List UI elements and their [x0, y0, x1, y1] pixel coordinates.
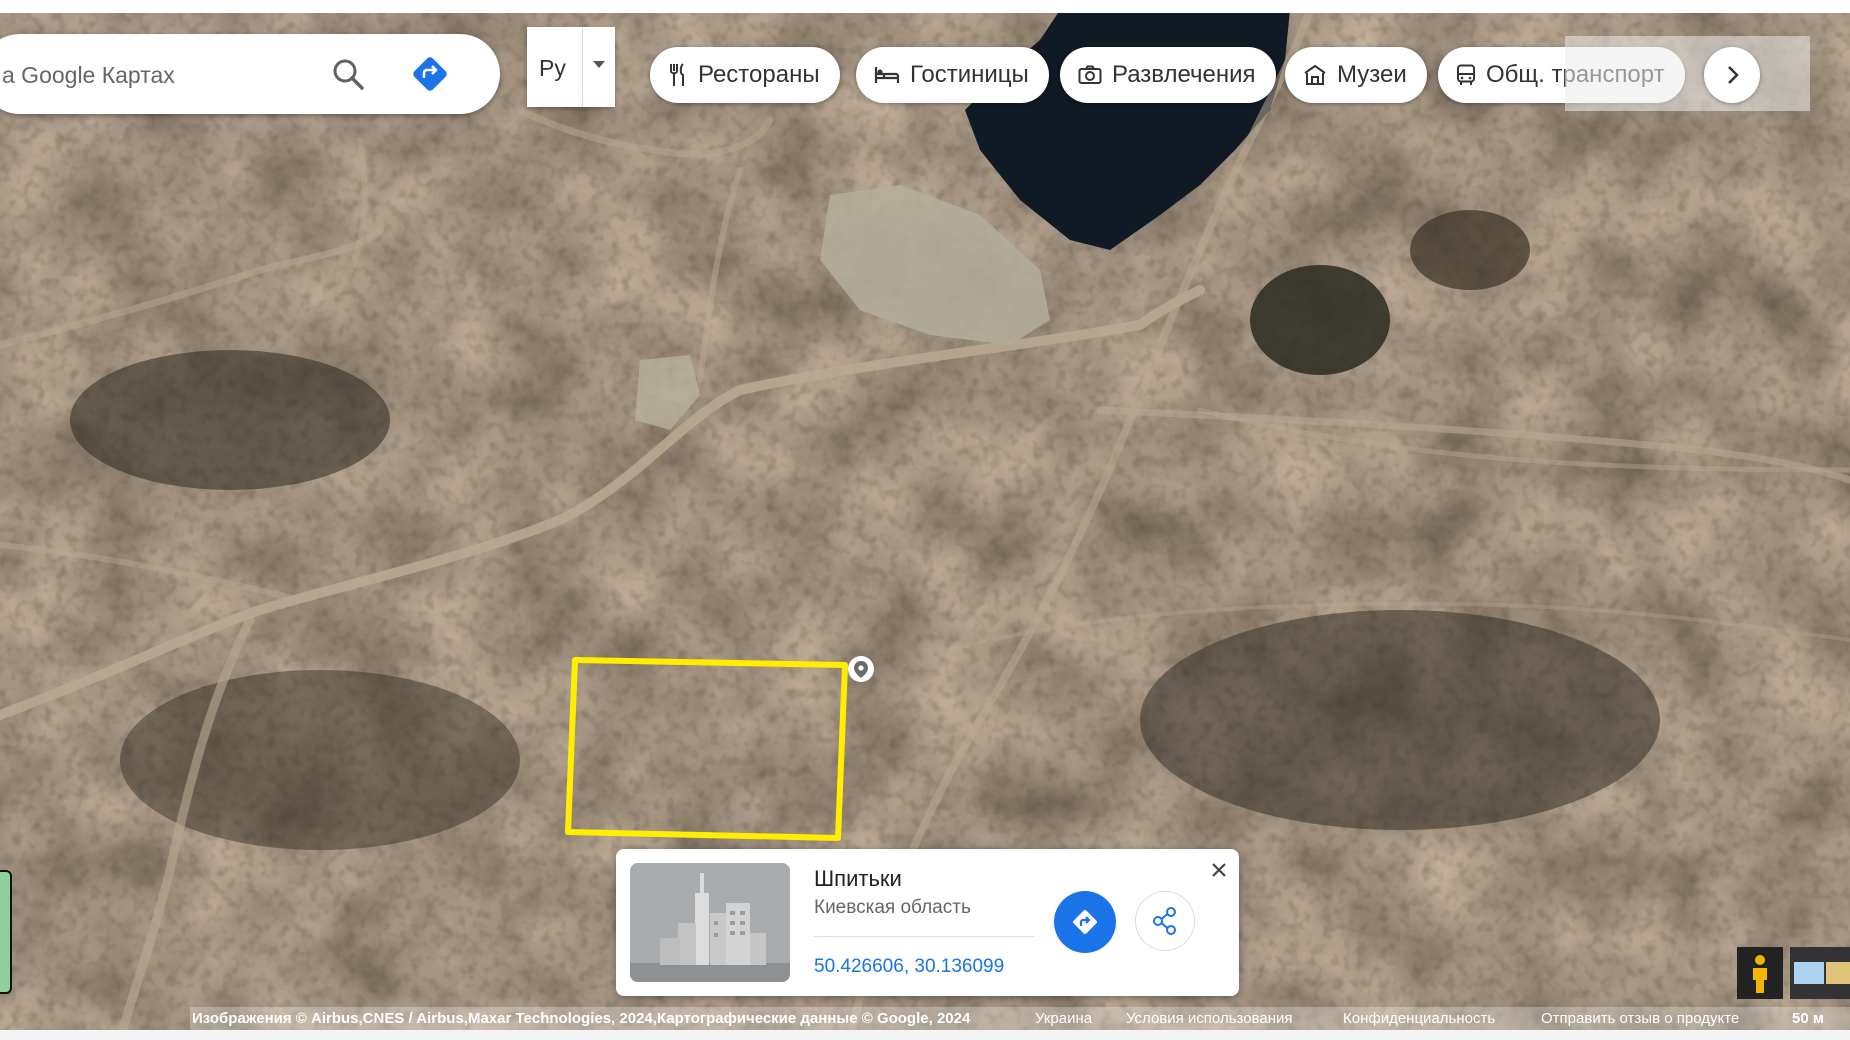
place-coordinates-link[interactable]: 50.426606, 30.136099	[814, 956, 1004, 978]
layers-toggle[interactable]	[1790, 947, 1850, 999]
chip-museums-label: Музеи	[1337, 61, 1407, 88]
search-input[interactable]	[0, 52, 314, 98]
bottom-edge	[0, 1030, 1850, 1040]
top-edge	[0, 0, 1850, 13]
chip-hotels[interactable]: Гостиницы	[856, 47, 1049, 103]
map-layers-icon	[1794, 962, 1850, 984]
street-view-pegman[interactable]	[1737, 947, 1783, 999]
museum-icon	[1304, 64, 1326, 85]
privacy-link[interactable]: Конфиденциальность	[1343, 1010, 1495, 1027]
bus-icon	[1457, 64, 1475, 85]
place-photo[interactable]	[630, 863, 790, 982]
feedback-link[interactable]: Отправить отзыв о продукте	[1541, 1010, 1739, 1027]
terms-link[interactable]: Условия использования	[1126, 1010, 1293, 1027]
pegman-icon	[1753, 955, 1767, 993]
language-divider	[582, 27, 583, 107]
scale-label[interactable]: 50 м	[1792, 1010, 1824, 1027]
language-button[interactable]: Ру	[527, 27, 615, 107]
map-footer: Изображения © Airbus,CNES / Airbus,Maxar…	[190, 1007, 1850, 1030]
place-card[interactable]: Шпитьки Киевская область 50.426606, 30.1…	[616, 849, 1239, 996]
chevron-right-icon	[1728, 66, 1739, 84]
chips-next-button[interactable]	[1704, 47, 1760, 103]
chip-museums[interactable]: Музеи	[1285, 47, 1427, 103]
search-box[interactable]	[0, 34, 500, 114]
directions-icon[interactable]	[410, 54, 450, 94]
directions-button[interactable]	[1054, 891, 1116, 953]
chip-entertainment[interactable]: Развлечения	[1060, 47, 1276, 103]
place-title: Шпитьки	[814, 866, 902, 891]
chip-entertainment-label: Развлечения	[1112, 61, 1256, 88]
chevron-down-icon[interactable]	[593, 61, 605, 68]
imagery-attribution: Изображения © Airbus,CNES / Airbus,Maxar…	[192, 1010, 971, 1027]
country-label: Украина	[1035, 1010, 1093, 1027]
chip-hotels-label: Гостиницы	[910, 61, 1029, 88]
search-icon[interactable]	[330, 56, 366, 92]
side-panel-tab[interactable]	[0, 870, 12, 994]
share-button[interactable]	[1135, 891, 1195, 951]
fork-knife-icon	[670, 63, 684, 86]
bed-icon	[874, 67, 900, 83]
camera-icon	[1078, 65, 1102, 84]
city-illustration-icon	[630, 863, 790, 982]
directions-icon	[1073, 910, 1097, 934]
close-icon[interactable]	[1206, 857, 1232, 883]
language-label: Ру	[539, 55, 566, 81]
chip-restaurants[interactable]: Рестораны	[650, 47, 840, 103]
chips-overflow-fade	[1565, 36, 1810, 111]
card-divider	[814, 936, 1034, 937]
chip-restaurants-label: Рестораны	[698, 61, 820, 88]
share-icon	[1153, 907, 1176, 935]
place-region: Киевская область	[814, 897, 971, 918]
